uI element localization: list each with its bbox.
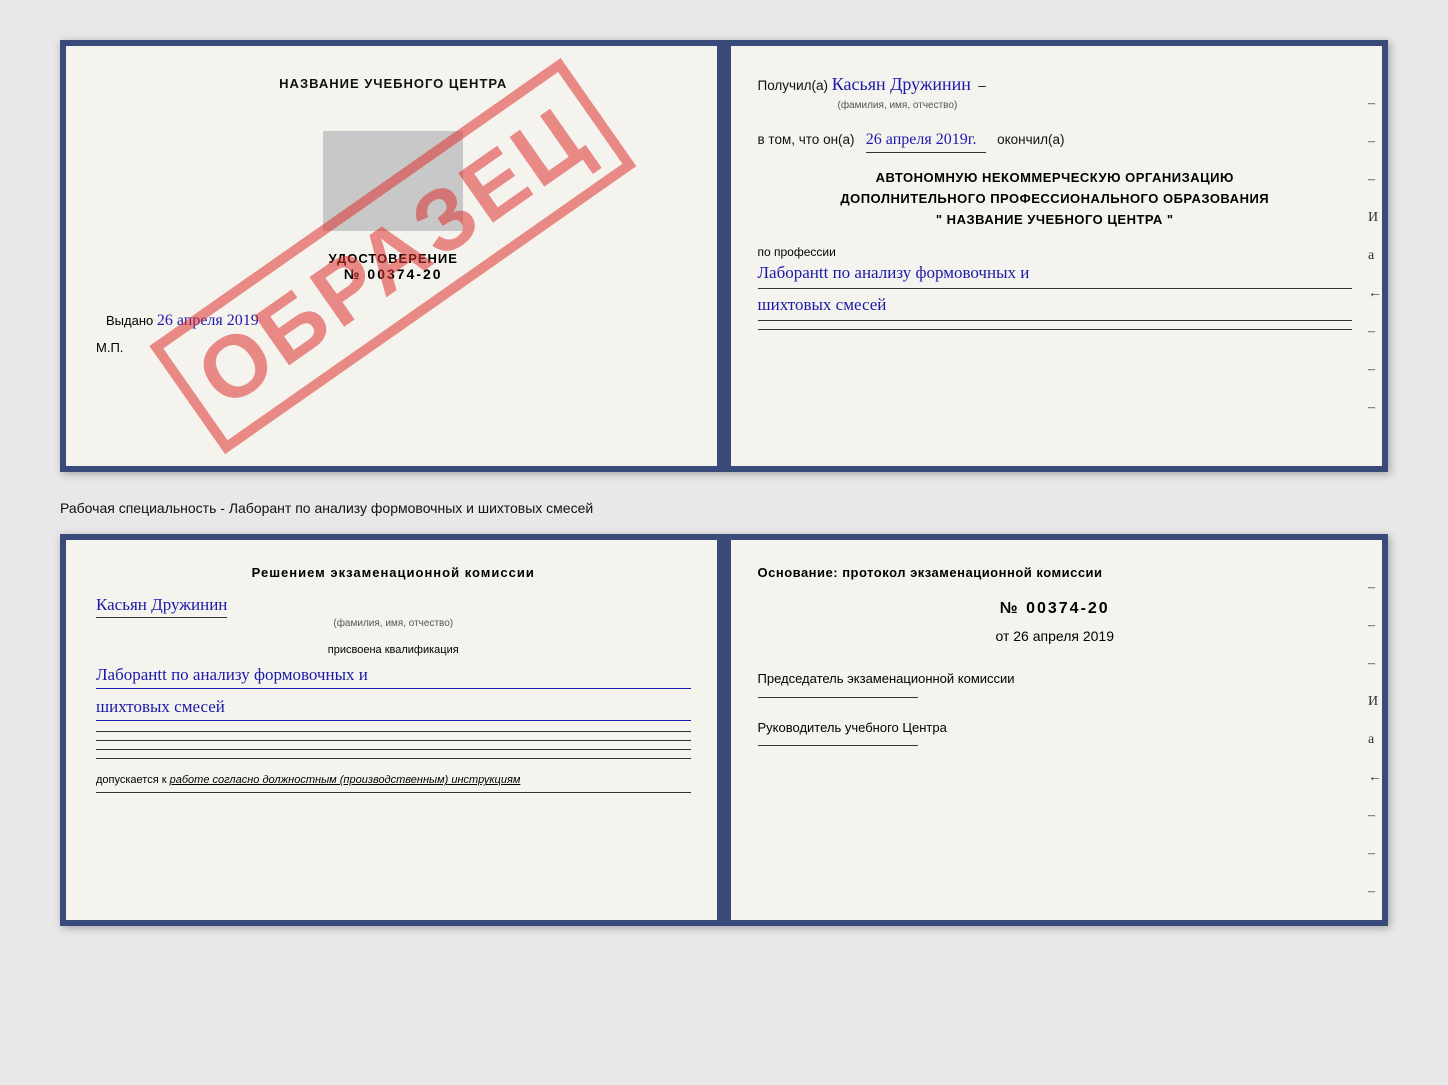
prof-handwritten-2: шихтовых смесей (758, 291, 1353, 321)
org-line1: АВТОНОМНУЮ НЕКОММЕРЧЕСКУЮ ОРГАНИЗАЦИЮ (758, 168, 1353, 189)
blank-line-3 (96, 749, 691, 750)
dash-6: – (1368, 400, 1382, 416)
bottom-name-block: Касьян Дружинин (фамилия, имя, отчество) (96, 595, 691, 629)
cert-title: НАЗВАНИЕ УЧЕБНОГО ЦЕНТРА (96, 76, 691, 91)
dopuskaetsya-line (96, 792, 691, 793)
bdash-3: – (1368, 656, 1382, 672)
dash-2: – (1368, 134, 1382, 150)
right-dash-marks: – – – И а ← – – – (1368, 96, 1382, 416)
poluchil-label: Получил(a) (758, 78, 829, 93)
vtom-line: в том, что он(a) 26 апреля 2019г. окончи… (758, 128, 1353, 153)
completion-date: 26 апреля 2019г. (866, 128, 986, 153)
middle-specialty-text: Рабочая специальность - Лаборант по анал… (60, 490, 1388, 534)
name-sublabel: (фамилия, имя, отчество) (838, 98, 1353, 113)
bdash-2: – (1368, 618, 1382, 634)
protocol-date: от 26 апреля 2019 (758, 628, 1353, 644)
blank-line-1 (96, 731, 691, 732)
vydano-date: 26 апреля 2019 (157, 312, 259, 329)
dash-arrow: ← (1368, 286, 1382, 302)
bdash-a: а (1368, 732, 1382, 748)
recipient-name: Касьян Дружинин (832, 74, 971, 94)
bdash-6: – (1368, 884, 1382, 900)
dash-i: И (1368, 210, 1382, 226)
org-block: АВТОНОМНУЮ НЕКОММЕРЧЕСКУЮ ОРГАНИЗАЦИЮ ДО… (758, 168, 1353, 230)
rukovod-sign-line (758, 745, 918, 746)
dopuskaetsya-block: допускается к работе согласно должностны… (96, 774, 691, 786)
dash-3: – (1368, 172, 1382, 188)
protocol-date-value: 26 апреля 2019 (1013, 628, 1114, 644)
osnov-title: Основание: протокол экзаменационной коми… (758, 565, 1353, 580)
vtom-label: в том, что он(a) (758, 132, 855, 147)
cert-number: № 00374-20 (96, 266, 691, 282)
bottom-recipient-name: Касьян Дружинин (96, 595, 227, 618)
top-booklet-right: Получил(a) Касьян Дружинин – (фамилия, и… (723, 46, 1383, 466)
dash-1: – (1368, 96, 1382, 112)
dopuskaetsya-text: работе согласно должностным (производств… (170, 774, 521, 786)
blank-line-4 (96, 758, 691, 759)
bdash-4: – (1368, 808, 1382, 824)
cert-photo-placeholder (323, 131, 463, 231)
top-booklet-spine (717, 46, 731, 466)
bdash-1: – (1368, 580, 1382, 596)
prof-label: по профессии (758, 245, 1353, 259)
okonchil-label: окончил(а) (997, 132, 1064, 147)
right-dash-marks-bottom: – – – И а ← – – – (1368, 580, 1382, 900)
chairman-block: Председатель экзаменационной комиссии (758, 669, 1353, 698)
qual-line1: Лаборанtt по анализу формовочных и (96, 661, 691, 689)
dopuskaetsya-label: допускается к (96, 774, 167, 786)
chairman-sign-line (758, 697, 918, 698)
qual-handwritten-1: Лаборанtt по анализу формовочных и шихто… (96, 661, 691, 721)
blank-line-2 (96, 740, 691, 741)
cert-udost-label: УДОСТОВЕРЕНИЕ (96, 251, 691, 266)
bottom-booklet-left: Решением экзаменационной комиссии Касьян… (66, 540, 723, 920)
prisvoena-label: присвоена квалификация (96, 644, 691, 656)
bdash-arrow: ← (1368, 770, 1382, 786)
prof-handwritten-1: Лаборанtt по анализу формовочных и (758, 259, 1353, 289)
chairman-label: Председатель экзаменационной комиссии (758, 669, 1353, 689)
rukovod-label: Руководитель учебного Центра (758, 718, 1353, 738)
bottom-name-sublabel: (фамилия, имя, отчество) (96, 618, 691, 629)
cert-udost-block: УДОСТОВЕРЕНИЕ № 00374-20 (96, 251, 691, 282)
bottom-section-title: Решением экзаменационной комиссии (96, 565, 691, 580)
top-booklet-left: НАЗВАНИЕ УЧЕБНОГО ЦЕНТРА УДОСТОВЕРЕНИЕ №… (66, 46, 723, 466)
bdash-i: И (1368, 694, 1382, 710)
bottom-booklet: Решением экзаменационной комиссии Касьян… (60, 534, 1388, 926)
poluchil-line: Получил(a) Касьян Дружинин – (фамилия, и… (758, 71, 1353, 113)
cert-mp: М.П. (96, 340, 691, 355)
bottom-booklet-spine (717, 540, 731, 920)
qual-line2: шихтовых смесей (96, 693, 691, 721)
org-line2: ДОПОЛНИТЕЛЬНОГО ПРОФЕССИОНАЛЬНОГО ОБРАЗО… (758, 189, 1353, 210)
top-booklet: НАЗВАНИЕ УЧЕБНОГО ЦЕНТРА УДОСТОВЕРЕНИЕ №… (60, 40, 1388, 472)
protocol-number: № 00374-20 (758, 600, 1353, 618)
protocol-date-prefix: от (995, 628, 1009, 644)
bottom-booklet-right: Основание: протокол экзаменационной коми… (723, 540, 1383, 920)
dash-5: – (1368, 362, 1382, 378)
page-container: НАЗВАНИЕ УЧЕБНОГО ЦЕНТРА УДОСТОВЕРЕНИЕ №… (20, 20, 1428, 946)
org-line3: " НАЗВАНИЕ УЧЕБНОГО ЦЕНТРА " (758, 210, 1353, 231)
vydano-label: Выдано (106, 313, 153, 328)
dash-4: – (1368, 324, 1382, 340)
cert-vydano: Выдано 26 апреля 2019 (96, 312, 691, 330)
rukovod-block: Руководитель учебного Центра (758, 718, 1353, 747)
prof-block: по профессии Лаборанtt по анализу формов… (758, 245, 1353, 330)
dash-a: а (1368, 248, 1382, 264)
bdash-5: – (1368, 846, 1382, 862)
